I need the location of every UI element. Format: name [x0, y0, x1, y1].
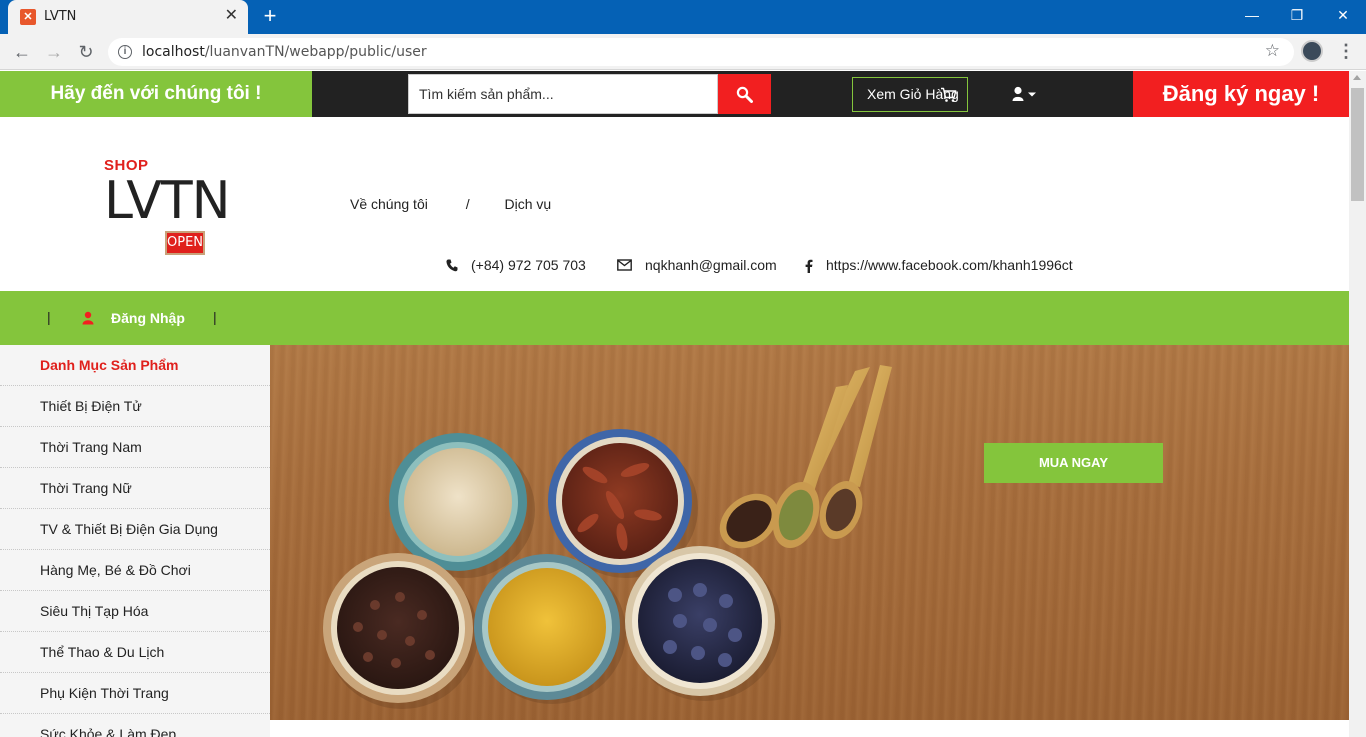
- browser-titlebar: ✕ LVTN ✕ + — ❐ ✕: [0, 0, 1366, 34]
- envelope-icon: [617, 259, 632, 271]
- register-now-button[interactable]: Đăng ký ngay !: [1133, 71, 1349, 117]
- url-path: /luanvanTN/webapp/public/user: [204, 44, 427, 60]
- category-heading: Danh Mục Sản Phẩm: [0, 345, 270, 386]
- nav-separator: /: [465, 196, 470, 212]
- close-window-button[interactable]: ✕: [1320, 0, 1366, 30]
- xampp-favicon-icon: ✕: [20, 9, 36, 25]
- tab-title: LVTN: [44, 9, 77, 24]
- browser-toolbar: ← → ↻ i localhost/luanvanTN/webapp/publi…: [0, 34, 1366, 70]
- scrollbar-thumb[interactable]: [1351, 88, 1364, 201]
- buy-now-button[interactable]: MUA NGAY: [984, 443, 1163, 483]
- url-host: localhost: [142, 44, 205, 60]
- browser-menu-icon[interactable]: ⋮: [1336, 39, 1356, 63]
- top-nav: Về chúng tôi / Dịch vụ: [350, 196, 551, 212]
- email-text: nqkhanh@gmail.com: [645, 257, 777, 273]
- welcome-banner: Hãy đến với chúng tôi !: [0, 71, 312, 117]
- new-tab-button[interactable]: +: [259, 3, 281, 29]
- facebook-icon: [805, 259, 813, 273]
- user-icon: [1012, 86, 1036, 101]
- view-cart-button[interactable]: Xem Giỏ Hàng: [852, 77, 968, 112]
- category-item[interactable]: Thời Trang Nữ: [0, 468, 270, 509]
- address-bar[interactable]: i localhost/luanvanTN/webapp/public/user…: [108, 38, 1294, 66]
- back-arrow-icon[interactable]: ←: [8, 38, 36, 66]
- nav-services-link[interactable]: Dịch vụ: [505, 196, 552, 212]
- shop-logo[interactable]: SHOP LVTN OPEN: [104, 157, 244, 257]
- search-input[interactable]: [409, 75, 717, 113]
- user-dropdown[interactable]: [1010, 84, 1040, 104]
- profile-avatar-icon[interactable]: [1301, 40, 1323, 62]
- category-item[interactable]: TV & Thiết Bị Điện Gia Dụng: [0, 509, 270, 550]
- nav-about-link[interactable]: Về chúng tôi: [350, 196, 428, 212]
- bookmark-star-icon[interactable]: ☆: [1265, 41, 1280, 61]
- category-item[interactable]: Hàng Mẹ, Bé & Đồ Chơi: [0, 550, 270, 591]
- page-scrollbar[interactable]: [1349, 71, 1366, 737]
- facebook-text[interactable]: https://www.facebook.com/khanh1996ct: [826, 257, 1073, 273]
- site-header: SHOP LVTN OPEN Về chúng tôi / Dịch vụ (+…: [0, 117, 1349, 291]
- main-nav: | Đăng Nhập |: [0, 291, 1349, 345]
- tab-close-icon[interactable]: ✕: [225, 7, 238, 25]
- spice-bowls-image: [323, 365, 892, 709]
- browser-tab[interactable]: ✕ LVTN ✕: [8, 0, 248, 34]
- login-label: Đăng Nhập: [111, 310, 185, 326]
- nav-divider: |: [213, 309, 217, 325]
- phone-icon: [446, 259, 458, 272]
- category-sidebar: Danh Mục Sản Phẩm Thiết Bị Điện Tử Thời …: [0, 345, 270, 737]
- category-item[interactable]: Thiết Bị Điện Tử: [0, 386, 270, 427]
- url-text[interactable]: localhost/luanvanTN/webapp/public/user: [142, 44, 427, 60]
- phone-text: (+84) 972 705 703: [471, 257, 586, 273]
- scroll-up-arrow-icon[interactable]: [1353, 75, 1361, 80]
- top-bar: Hãy đến với chúng tôi ! Xem Giỏ Hàng: [0, 71, 1349, 117]
- page-viewport: Hãy đến với chúng tôi ! Xem Giỏ Hàng: [0, 71, 1349, 737]
- forward-arrow-icon[interactable]: →: [40, 38, 68, 66]
- restore-button[interactable]: ❐: [1274, 0, 1320, 30]
- user-icon: [82, 311, 94, 325]
- search-button[interactable]: [718, 74, 771, 114]
- category-item[interactable]: Sức Khỏe & Làm Đẹp: [0, 714, 270, 737]
- minimize-button[interactable]: —: [1229, 0, 1275, 30]
- category-item[interactable]: Siêu Thị Tạp Hóa: [0, 591, 270, 632]
- info-icon[interactable]: i: [118, 45, 132, 59]
- category-item[interactable]: Phụ Kiện Thời Trang: [0, 673, 270, 714]
- hero-banner: MUA NGAY: [270, 345, 1349, 720]
- open-sign-icon: OPEN: [165, 231, 205, 255]
- category-item[interactable]: Thể Thao & Du Lịch: [0, 632, 270, 673]
- search-field[interactable]: [408, 74, 718, 114]
- cart-icon: [941, 87, 957, 102]
- search-icon: [736, 86, 753, 103]
- reload-icon[interactable]: ↻: [72, 38, 100, 66]
- nav-divider: |: [47, 309, 51, 325]
- category-item[interactable]: Thời Trang Nam: [0, 427, 270, 468]
- logo-name-text: LVTN: [104, 171, 230, 231]
